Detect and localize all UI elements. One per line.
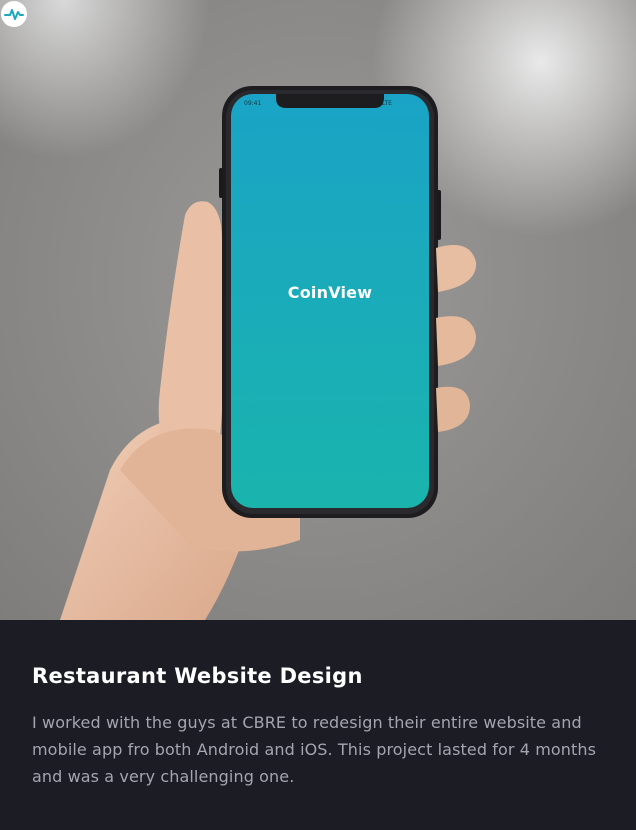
status-bar-time: 09:41 [244, 100, 262, 107]
app-name-label: CoinView [287, 283, 373, 302]
finger-2 [436, 316, 476, 366]
project-info: Restaurant Website Design I worked with … [0, 620, 636, 830]
project-card[interactable]: 09:41 LTE CoinView Restaurant Website De… [0, 0, 636, 830]
finger-3 [436, 386, 470, 432]
finger-1 [436, 245, 477, 292]
project-cover-photo: 09:41 LTE CoinView [0, 0, 636, 620]
coinview-logo-icon [1, 1, 27, 27]
project-description: I worked with the guys at CBRE to redesi… [32, 713, 597, 786]
project-title[interactable]: Restaurant Website Design [32, 664, 363, 688]
phone-notch [276, 94, 384, 108]
status-bar-signal: LTE [382, 100, 392, 107]
phone-in-hand-illustration [60, 86, 477, 620]
